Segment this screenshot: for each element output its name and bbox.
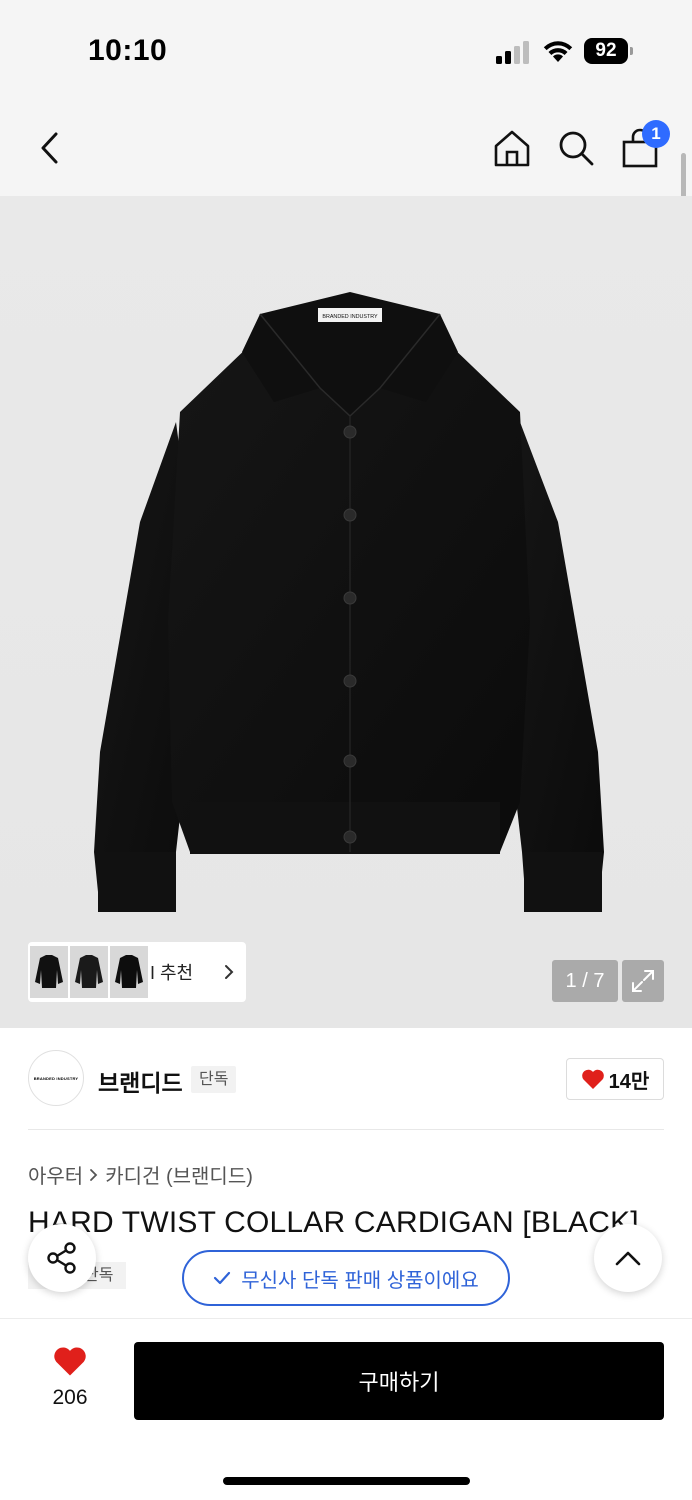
cart-button[interactable]: 1 [616, 120, 670, 172]
garment-label-text: BRANDED INDUSTRY [322, 314, 378, 320]
breadcrumb: 아우터 카디건 (브랜디드) [28, 1160, 253, 1189]
cart-count-badge: 1 [642, 120, 670, 148]
recommendation-thumbnails [30, 946, 148, 998]
recommendation-card[interactable]: I 추천 [28, 942, 246, 1002]
battery-indicator: 92 [584, 38, 634, 64]
product-image-gallery[interactable]: BRANDED INDUSTRY I 추천 1 / 7 [0, 196, 692, 1028]
breadcrumb-subcategory[interactable]: 카디건 (브랜디드) [105, 1160, 253, 1189]
exclusive-notice-pill[interactable]: 무신사 단독 판매 상품이에요 [182, 1250, 510, 1306]
status-time: 10:10 [88, 34, 168, 67]
recommendation-thumbnail [70, 946, 108, 998]
recommendation-thumbnail [110, 946, 148, 998]
product-title: HARD TWIST COLLAR CARDIGAN [BLACK] [28, 1206, 639, 1239]
sweater-thumbnail-icon [75, 955, 103, 988]
cardigan-product-photo: BRANDED INDUSTRY [94, 292, 604, 912]
buy-button[interactable]: 구매하기 [134, 1342, 664, 1420]
recommendation-thumbnail [30, 946, 68, 998]
recommendation-label: I 추천 [150, 963, 194, 983]
brand-row: BRANDED INDUSTRY 브랜디드 단독 14만 [28, 1050, 664, 1108]
home-icon [494, 130, 530, 167]
cardigan-thumbnail-icon [35, 955, 63, 988]
bottom-action-bar: 206 구매하기 [0, 1318, 692, 1500]
expand-image-button[interactable] [622, 960, 664, 1002]
knit-thumbnail-icon [115, 955, 143, 988]
battery-level: 92 [584, 38, 628, 64]
brand-like-button[interactable]: 14만 [566, 1058, 664, 1100]
section-divider [28, 1129, 664, 1130]
wifi-icon [543, 41, 573, 62]
product-like-count: 206 [52, 1386, 88, 1409]
product-like-button[interactable]: 206 [30, 1345, 110, 1421]
image-counter: 1 / 7 [552, 960, 618, 1002]
exclusive-notice-text: 무신사 단독 판매 상품이에요 [241, 1269, 479, 1292]
heart-icon [54, 1347, 86, 1376]
scroll-to-top-button[interactable] [594, 1224, 662, 1292]
expand-icon [632, 970, 654, 992]
back-button[interactable] [26, 124, 74, 172]
share-button[interactable] [28, 1224, 96, 1292]
brand-logo[interactable]: BRANDED INDUSTRY [28, 1050, 84, 1106]
search-icon [559, 131, 594, 166]
status-bar: 10:10 92 [0, 0, 692, 100]
cellular-signal-icon [496, 41, 529, 64]
heart-icon [581, 1069, 604, 1089]
brand-name[interactable]: 브랜디드 [98, 1064, 183, 1098]
brand-like-count: 14만 [608, 1070, 650, 1093]
search-button[interactable] [552, 124, 600, 172]
share-icon [47, 1242, 76, 1274]
chevron-left-icon [41, 132, 58, 164]
home-indicator[interactable] [223, 1477, 470, 1485]
top-navigation: 1 [0, 100, 692, 196]
check-icon [214, 1271, 231, 1285]
chevron-up-icon [615, 1251, 641, 1266]
battery-cap [630, 47, 633, 55]
brand-exclusive-tag: 단독 [191, 1066, 237, 1093]
chevron-right-icon [90, 1168, 98, 1181]
breadcrumb-category[interactable]: 아우터 [28, 1160, 83, 1189]
home-button[interactable] [488, 124, 536, 172]
chevron-right-icon [225, 965, 234, 979]
